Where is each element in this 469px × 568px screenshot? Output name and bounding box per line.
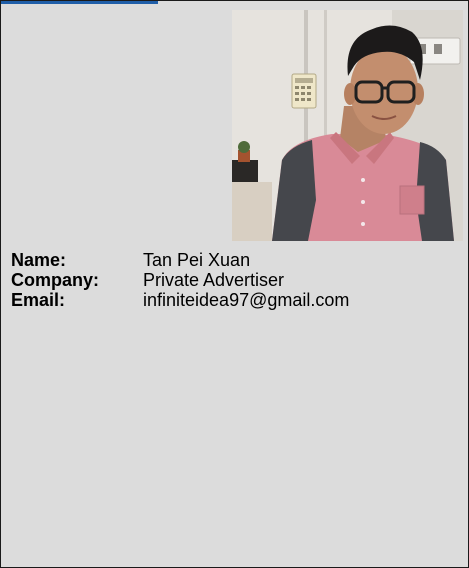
email-row: Email: infiniteidea97@gmail.com: [11, 290, 349, 310]
profile-card: Name: Tan Pei Xuan Company: Private Adve…: [0, 0, 469, 568]
name-label: Name:: [11, 250, 67, 270]
profile-photo: [232, 10, 463, 241]
email-value: infiniteidea97@gmail.com: [143, 290, 350, 310]
company-value: Private Advertiser: [143, 270, 285, 290]
email-label: Email:: [11, 290, 66, 310]
profile-info: Name: Tan Pei Xuan Company: Private Adve…: [11, 250, 349, 310]
company-label: Company:: [11, 270, 100, 290]
name-value: Tan Pei Xuan: [143, 250, 251, 270]
company-row: Company: Private Advertiser: [11, 270, 349, 290]
top-accent-bar: [1, 1, 158, 4]
name-row: Name: Tan Pei Xuan: [11, 250, 349, 270]
